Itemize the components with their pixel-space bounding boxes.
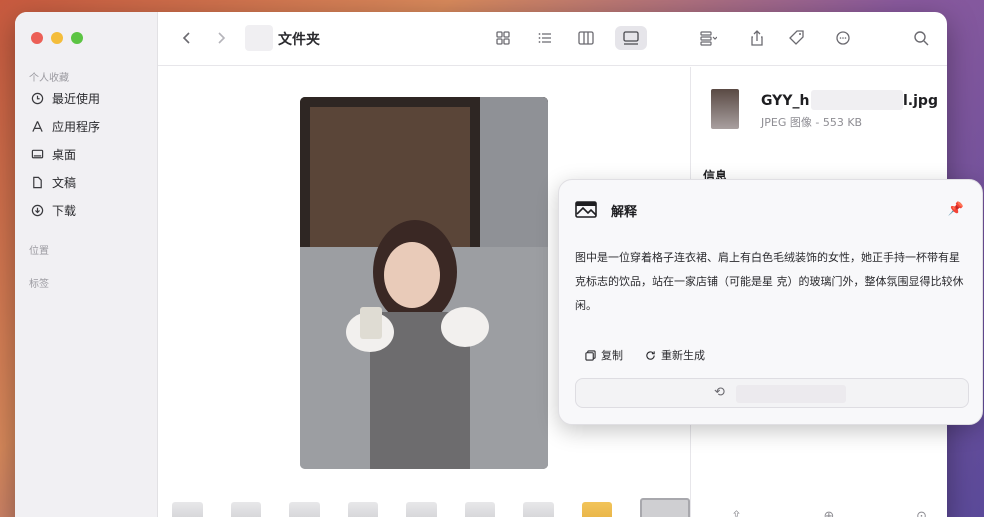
desktop-icon — [31, 149, 44, 159]
more-actions-button[interactable] — [826, 26, 862, 50]
download-icon — [31, 204, 44, 217]
sidebar-item-label: 桌面 — [52, 148, 77, 162]
explain-popover: 解释 📌 图中是一位穿着格子连衣裙、肩上有白色毛绒装饰的女性，她正手持一杯带有星… — [558, 179, 983, 425]
list-icon — [538, 33, 551, 43]
preview-image[interactable] — [300, 97, 548, 469]
search-icon: ⟲ — [714, 385, 725, 400]
gallery-icon — [623, 31, 639, 45]
tag-button[interactable] — [784, 26, 810, 50]
apps-icon — [32, 121, 43, 132]
minimize-button[interactable] — [51, 32, 63, 44]
group-button[interactable] — [688, 26, 728, 50]
chevron-left-icon — [182, 32, 190, 44]
sidebar-item-label: 应用程序 — [52, 120, 101, 134]
sidebar-item-applications[interactable]: 应用程序 — [31, 118, 100, 135]
sidebar-item-label: 文稿 — [52, 176, 77, 190]
thumbnail-selected[interactable] — [640, 498, 691, 517]
redacted-region — [811, 90, 903, 110]
search-icon — [914, 31, 929, 46]
document-icon — [33, 176, 42, 189]
redacted-region — [736, 385, 846, 403]
columns-icon — [578, 31, 594, 45]
thumbnail[interactable] — [289, 502, 320, 517]
thumbnail[interactable] — [406, 502, 437, 517]
toolbar: 文件夹 — [158, 12, 947, 66]
popover-title: 解释 — [611, 205, 638, 220]
thumbnail[interactable] — [172, 502, 203, 517]
page-title: 文件夹 — [278, 32, 320, 48]
file-name-end: l.jpg — [903, 93, 938, 109]
ellipsis-icon[interactable]: ⊙ — [916, 509, 927, 517]
clock-icon — [31, 92, 44, 105]
sidebar-item-desktop[interactable]: 桌面 — [31, 146, 76, 163]
image-icon — [575, 201, 597, 218]
file-meta: JPEG 图像 - 553 KB — [761, 116, 863, 129]
sidebar-item-label: 最近使用 — [52, 92, 101, 106]
file-name-start: GYY_h — [761, 93, 810, 109]
sidebar-item-label: 下载 — [52, 204, 77, 218]
sidebar-item-downloads[interactable]: 下载 — [31, 202, 76, 219]
thumbnail-strip — [158, 496, 691, 517]
regenerate-button[interactable]: 重新生成 — [645, 347, 705, 363]
window-controls — [31, 32, 83, 44]
redacted-region — [245, 25, 273, 51]
view-list-button[interactable] — [532, 26, 558, 50]
thumbnail[interactable] — [464, 502, 496, 517]
back-button[interactable] — [174, 26, 200, 50]
sidebar: 个人收藏 最近使用 应用程序 桌面 文稿 下载 位置 标签 — [15, 12, 158, 517]
thumbnail[interactable] — [230, 502, 262, 517]
download-icon[interactable]: ⊕ — [824, 509, 835, 517]
copy-button[interactable]: 复制 — [585, 347, 623, 363]
grid-icon — [496, 31, 510, 45]
followup-input[interactable]: ⟲ — [575, 378, 969, 408]
group-icon — [700, 31, 717, 46]
popover-actions: 复制 重新生成 — [585, 347, 705, 363]
share-button[interactable] — [744, 26, 770, 50]
thumbnail[interactable] — [523, 502, 554, 517]
sidebar-item-recents[interactable]: 最近使用 — [31, 90, 100, 107]
share-icon[interactable]: ⇪ — [731, 509, 742, 517]
chevron-right-icon — [218, 32, 226, 44]
copy-label: 复制 — [601, 349, 623, 362]
copy-icon — [585, 349, 596, 361]
share-icon — [751, 30, 763, 46]
file-type: JPEG 图像 — [761, 116, 812, 129]
sidebar-section-favorites: 个人收藏 — [29, 73, 69, 84]
forward-button[interactable] — [208, 26, 234, 50]
pin-icon[interactable]: 📌 — [948, 202, 964, 217]
close-button[interactable] — [31, 32, 43, 44]
file-size: 553 KB — [822, 116, 863, 129]
regenerate-label: 重新生成 — [661, 349, 705, 362]
thumbnail[interactable] — [581, 502, 613, 517]
view-icons-button[interactable] — [490, 26, 516, 50]
ellipsis-circle-icon — [836, 31, 850, 45]
refresh-icon — [646, 350, 655, 360]
sidebar-section-tags: 标签 — [29, 279, 49, 290]
explanation-text: 图中是一位穿着格子连衣裙、肩上有白色毛绒装饰的女性，她正手持一杯带有星 克标志的… — [575, 251, 964, 312]
sidebar-item-documents[interactable]: 文稿 — [31, 174, 76, 191]
view-gallery-button[interactable] — [615, 26, 647, 50]
zoom-button[interactable] — [71, 32, 83, 44]
photo-illustration — [300, 97, 548, 469]
file-thumbnail — [711, 89, 739, 129]
search-button[interactable] — [908, 26, 934, 50]
inspector-actions: ⇪ ⊕ ⊙ — [731, 509, 927, 517]
sidebar-section-locations: 位置 — [29, 246, 49, 257]
tag-icon — [789, 30, 804, 45]
thumbnail[interactable] — [347, 502, 379, 517]
view-columns-button[interactable] — [573, 26, 599, 50]
